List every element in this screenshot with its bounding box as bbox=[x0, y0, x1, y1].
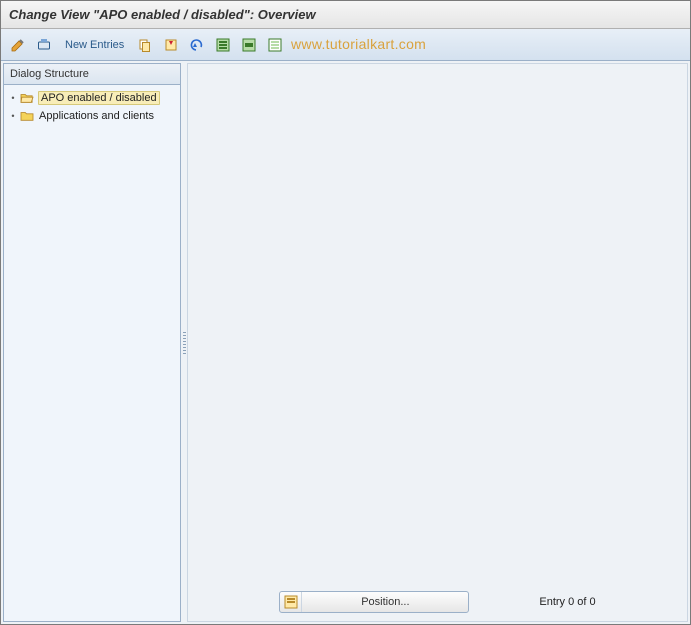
content-area: Position... Entry 0 of 0 bbox=[187, 63, 688, 622]
folder-open-icon bbox=[20, 92, 34, 104]
entry-status-text: Entry 0 of 0 bbox=[539, 596, 595, 608]
tree-bullet-icon: • bbox=[10, 111, 16, 121]
deselect-all-icon[interactable] bbox=[264, 34, 286, 56]
main-area: Dialog Structure • APO enabled / disable… bbox=[1, 61, 690, 624]
select-all-icon[interactable] bbox=[212, 34, 234, 56]
footer-bar: Position... Entry 0 of 0 bbox=[188, 591, 687, 613]
new-entries-button[interactable]: New Entries bbox=[59, 39, 130, 51]
position-icon bbox=[280, 592, 302, 612]
delete-icon[interactable] bbox=[160, 34, 182, 56]
tree-item-label: Applications and clients bbox=[38, 110, 155, 122]
watermark-text: www.tutorialkart.com bbox=[291, 36, 426, 52]
tree: • APO enabled / disabled • Applications … bbox=[4, 85, 180, 129]
dialog-structure-header: Dialog Structure bbox=[4, 64, 180, 85]
tree-item-apo-enabled-disabled[interactable]: • APO enabled / disabled bbox=[6, 89, 178, 107]
page-title: Change View "APO enabled / disabled": Ov… bbox=[9, 7, 316, 22]
copy-as-icon[interactable] bbox=[134, 34, 156, 56]
toolbar: New Entries www.tutorialkart.com bbox=[1, 29, 690, 61]
position-button-label: Position... bbox=[302, 596, 468, 608]
tree-item-applications-and-clients[interactable]: • Applications and clients bbox=[6, 107, 178, 125]
select-block-icon[interactable] bbox=[238, 34, 260, 56]
toggle-display-change-icon[interactable] bbox=[7, 34, 29, 56]
tree-item-label: APO enabled / disabled bbox=[38, 91, 160, 105]
position-button[interactable]: Position... bbox=[279, 591, 469, 613]
dialog-structure-panel: Dialog Structure • APO enabled / disable… bbox=[3, 63, 181, 622]
title-bar: Change View "APO enabled / disabled": Ov… bbox=[1, 1, 690, 29]
tree-bullet-icon: • bbox=[10, 93, 16, 103]
folder-closed-icon bbox=[20, 110, 34, 122]
undo-change-icon[interactable] bbox=[186, 34, 208, 56]
expand-selection-icon[interactable] bbox=[33, 34, 55, 56]
